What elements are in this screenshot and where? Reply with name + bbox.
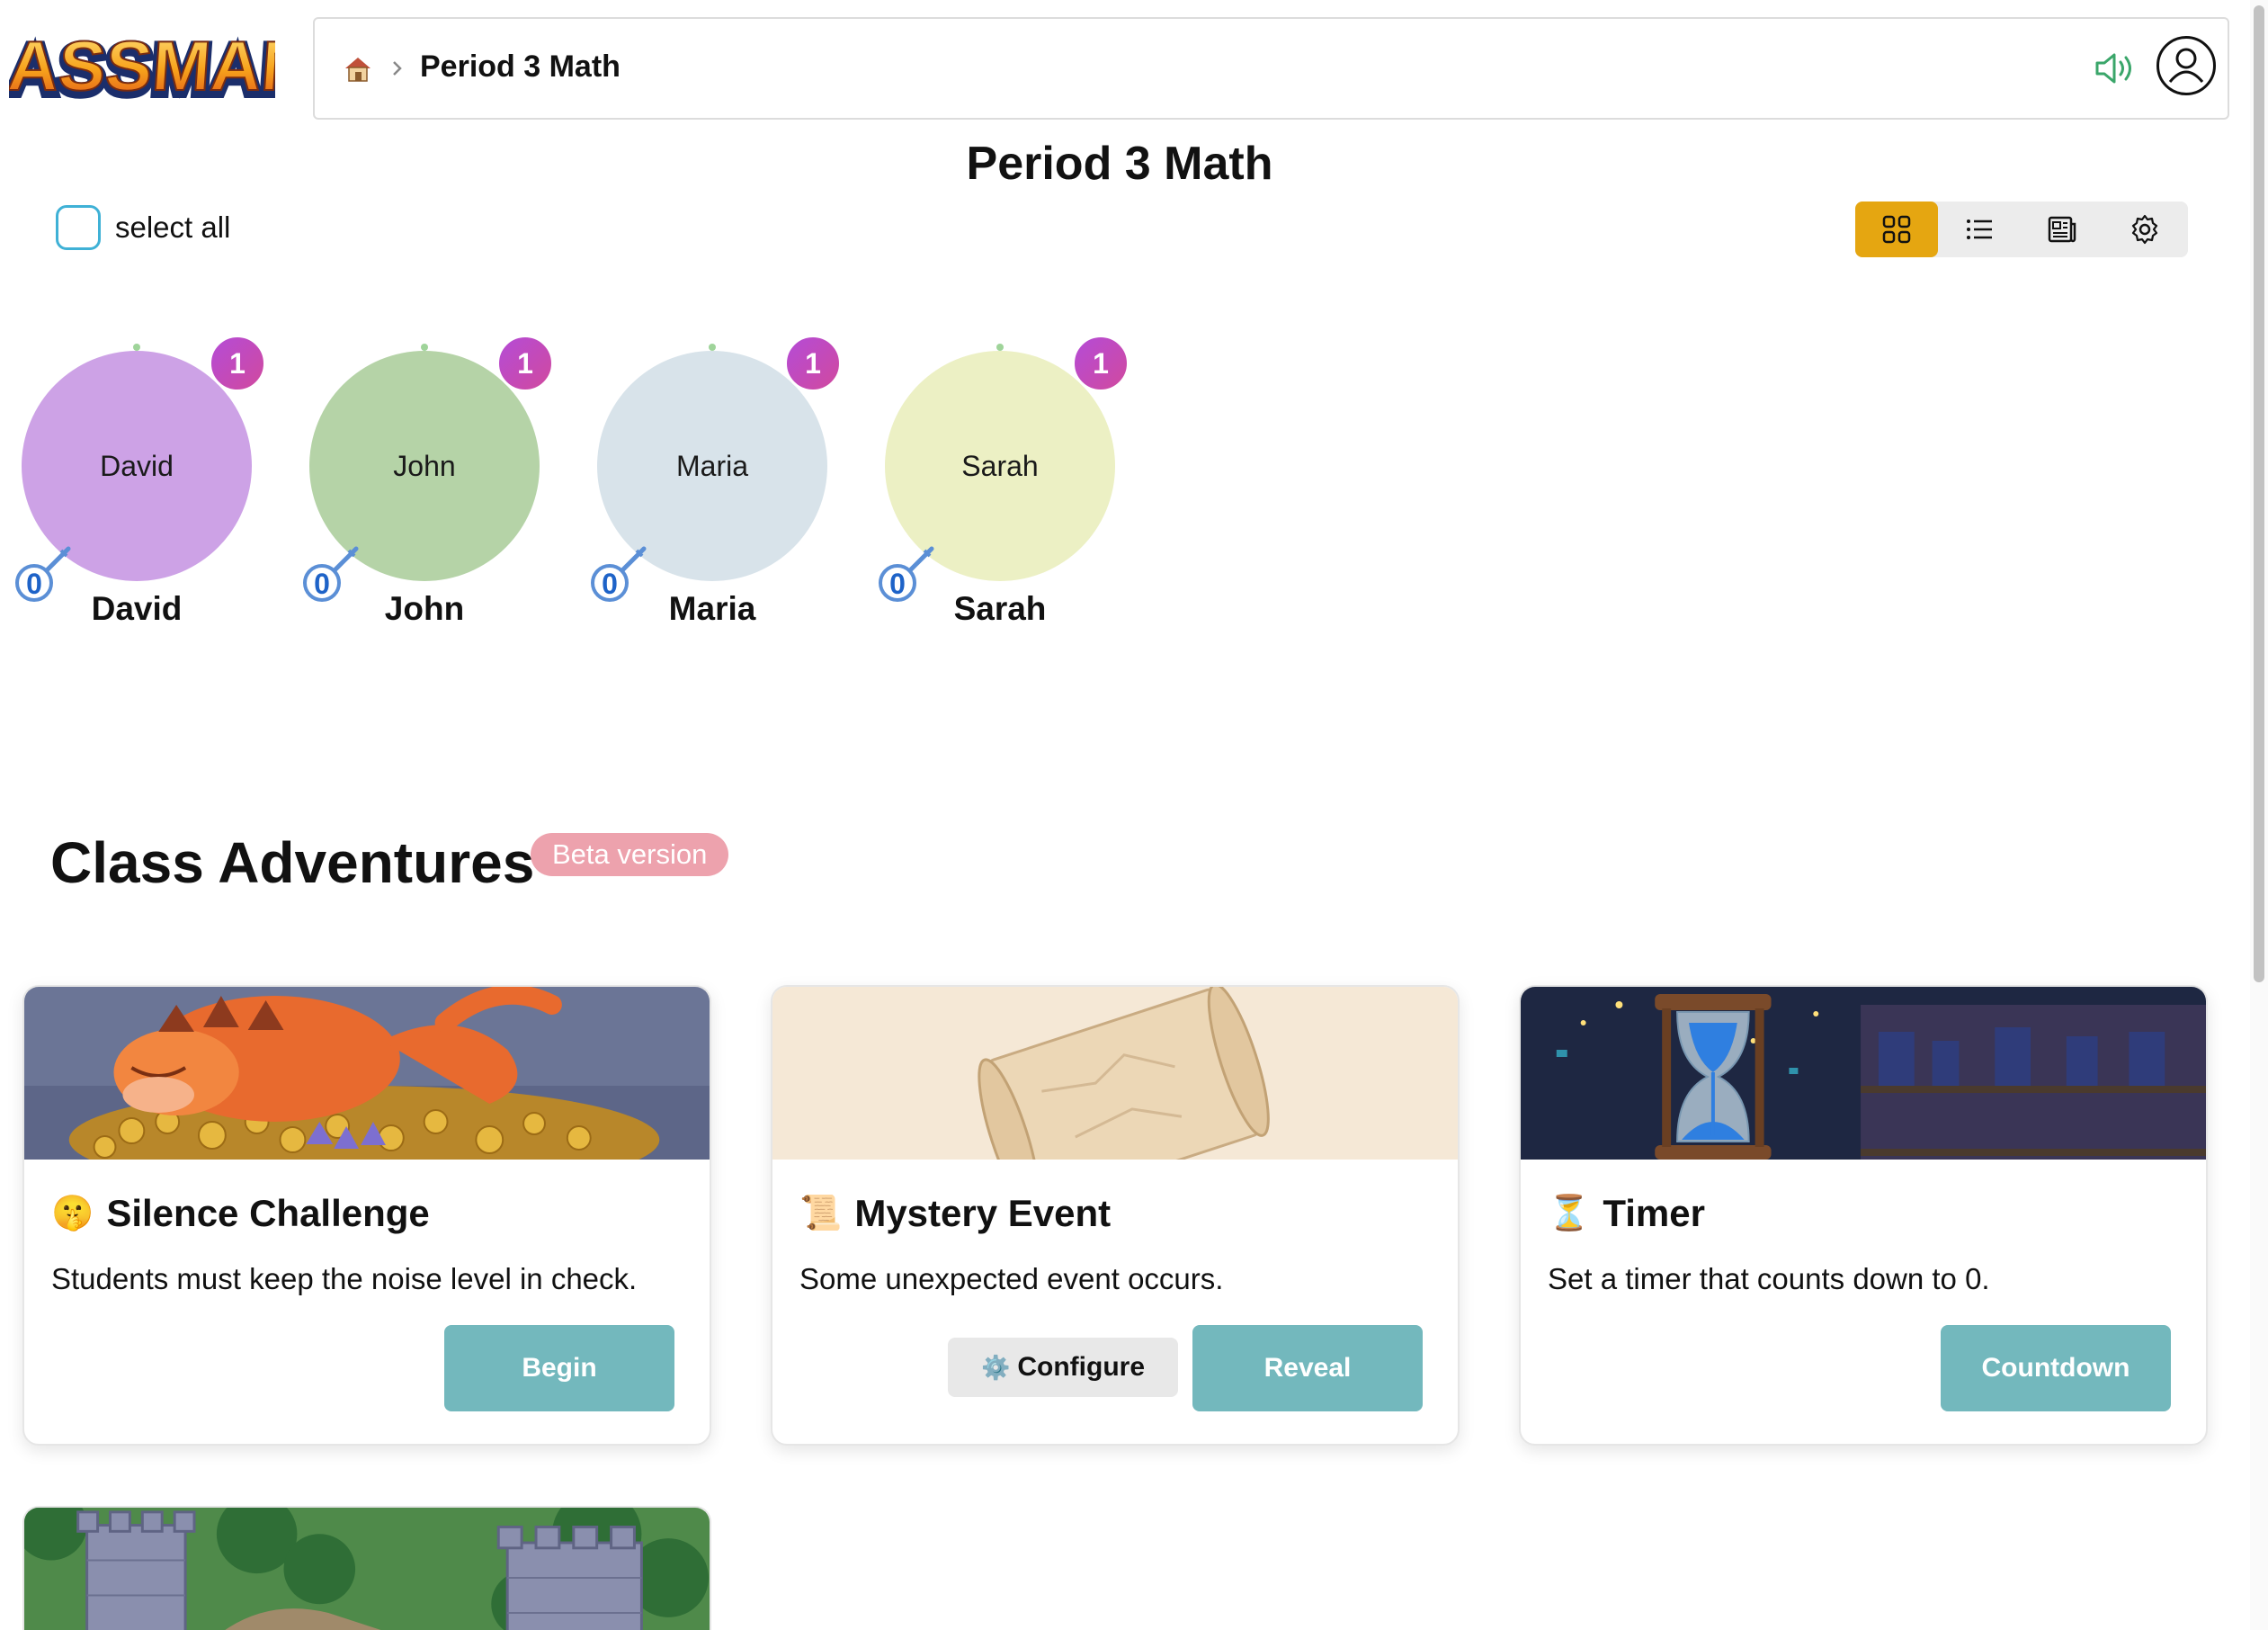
dragon-illustration [24, 987, 710, 1160]
adventure-card-castle [22, 1506, 711, 1630]
card-title-text: Timer [1603, 1192, 1705, 1234]
report-view-button[interactable] [2021, 202, 2103, 257]
status-dot [133, 344, 140, 351]
level-badge: 1 [784, 335, 842, 392]
student-card[interactable]: Maria 1 0 Maria [591, 335, 842, 639]
student-card[interactable]: David 1 0 David [15, 335, 266, 639]
beta-badge: Beta version [531, 833, 729, 876]
speaker-icon[interactable] [2094, 49, 2137, 87]
card-title: 🤫 Silence Challenge [51, 1192, 430, 1235]
select-all[interactable]: select all [56, 205, 230, 250]
card-title: 📜 Mystery Event [799, 1192, 1111, 1235]
student-name: Maria [668, 590, 756, 627]
list-view-button[interactable] [1938, 202, 2021, 257]
student-name: Sarah [953, 590, 1047, 627]
page-scrollbar[interactable] [2250, 0, 2268, 1630]
house-icon[interactable] [342, 52, 374, 85]
chevron-right-icon [388, 56, 406, 81]
select-all-label: select all [115, 210, 231, 244]
card-title-text: Mystery Event [854, 1192, 1112, 1234]
grid-view-button[interactable] [1855, 202, 1938, 257]
status-dot [709, 344, 716, 351]
breadcrumb-current: Period 3 Math [420, 49, 621, 84]
card-title-text: Silence Challenge [106, 1192, 430, 1234]
hourglass-illustration [1521, 987, 2206, 1160]
classmana-logo[interactable]: CLASSMANA CLASSMANA [0, 18, 370, 119]
level-badge: 1 [209, 335, 266, 392]
scroll-icon: 📜 [799, 1195, 843, 1232]
status-dot [421, 344, 428, 351]
adventure-card-timer: ⏳ Timer Set a timer that counts down to … [1519, 985, 2208, 1446]
gear-icon: ⚙️ [980, 1353, 1011, 1381]
newspaper-icon [2048, 216, 2076, 243]
status-dot [996, 344, 1004, 351]
user-avatar-icon[interactable] [2156, 36, 2216, 95]
student-name: David [91, 590, 183, 627]
adventure-card-silence: 🤫 Silence Challenge Students must keep t… [22, 985, 711, 1446]
card-description: Students must keep the noise level in ch… [51, 1262, 638, 1295]
grid-icon [1882, 215, 1911, 244]
level-badge: 1 [1072, 335, 1130, 392]
level-badge: 1 [496, 335, 554, 392]
card-description: Some unexpected event occurs. [799, 1262, 1224, 1295]
configure-label: Configure [1017, 1352, 1146, 1382]
view-toggle [1855, 202, 2188, 257]
castle-illustration [24, 1508, 710, 1630]
scrollbar-thumb[interactable] [2254, 5, 2264, 982]
scroll-illustration [772, 987, 1458, 1160]
svg-text:CLASSMANA: CLASSMANA [9, 26, 275, 105]
section-title: Class Adventures [50, 830, 535, 895]
hourglass-icon: ⏳ [1548, 1195, 1591, 1232]
reveal-button[interactable]: Reveal [1192, 1325, 1423, 1411]
card-title: ⏳ Timer [1548, 1192, 1705, 1235]
shushing-face-icon: 🤫 [51, 1195, 94, 1232]
begin-button[interactable]: Begin [444, 1325, 674, 1411]
configure-button[interactable]: ⚙️ Configure [948, 1338, 1178, 1397]
list-icon [1967, 219, 1992, 239]
student-card[interactable]: John 1 0 John [303, 335, 554, 639]
top-bar: Period 3 Math [313, 17, 2229, 120]
select-all-checkbox[interactable] [56, 205, 101, 250]
student-card[interactable]: Sarah 1 0 Sarah [879, 335, 1130, 639]
gear-icon [2131, 214, 2158, 245]
student-name: John [384, 590, 465, 627]
adventure-card-mystery: 📜 Mystery Event Some unexpected event oc… [771, 985, 1460, 1446]
card-description: Set a timer that counts down to 0. [1548, 1262, 1990, 1295]
countdown-button[interactable]: Countdown [1941, 1325, 2171, 1411]
settings-button[interactable] [2103, 202, 2186, 257]
page-title: Period 3 Math [966, 138, 1273, 190]
